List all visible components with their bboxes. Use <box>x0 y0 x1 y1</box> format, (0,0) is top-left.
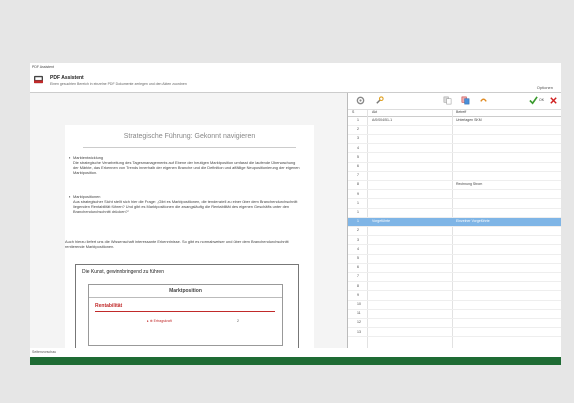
column-header[interactable]: Betreff <box>456 110 466 114</box>
bullet-text: Aus strategischer Sicht stellt sich hier… <box>73 199 298 215</box>
row-akt: Vorgeführte <box>372 219 391 224</box>
table-row[interactable]: 1 Vorgeführte Einzelner Vorgeführte <box>348 218 561 227</box>
assignment-panel: OK S Akt Betreff 1 A/0/004/51-1 Unterlagen… <box>348 93 561 348</box>
row-number: 1 <box>357 200 359 205</box>
row-number: 9 <box>357 292 359 297</box>
window-title: PDF Assistent <box>32 65 54 69</box>
row-number: 6 <box>357 265 359 270</box>
table-row[interactable]: 1 <box>348 200 561 209</box>
table-row[interactable]: 1 <box>348 209 561 218</box>
closing-paragraph: Auch hierzu liefert uns die Wissenschaft… <box>65 239 289 250</box>
row-betreff: Rechnung Strom <box>456 182 483 187</box>
table-row[interactable]: 9 <box>348 292 561 301</box>
table-row[interactable]: 11 <box>348 310 561 319</box>
row-number: 7 <box>357 274 359 279</box>
pdf-page: Strategische Führung: Gekonnt navigieren… <box>65 125 314 348</box>
copy-red-icon[interactable] <box>461 96 470 105</box>
gear-icon[interactable] <box>356 96 365 105</box>
row-number: 1 <box>357 210 359 214</box>
figure-sub-label-text: Ertragskraft <box>153 319 172 323</box>
pdf-preview-pane[interactable]: Strategische Führung: Gekonnt navigieren… <box>30 93 347 348</box>
figure-table-header: Marktposition <box>89 285 282 298</box>
table-row[interactable]: 5 <box>348 154 561 163</box>
row-number: 5 <box>357 256 359 260</box>
undo-icon[interactable] <box>479 96 488 105</box>
app-window: PDF Assistent PDF Assistent Einen gesuch… <box>30 63 561 365</box>
row-number: 8 <box>357 283 359 288</box>
table-row[interactable]: 3 <box>348 237 561 246</box>
table-row[interactable]: 4 <box>348 246 561 255</box>
row-number: 12 <box>357 320 361 325</box>
table-row[interactable]: 9 <box>348 191 561 200</box>
row-number: 2 <box>357 127 359 132</box>
check-icon[interactable] <box>529 96 538 105</box>
row-number: 1 <box>357 118 359 122</box>
table-row[interactable]: 7 <box>348 172 561 181</box>
figure-row-label: Rentabilität <box>95 303 123 309</box>
row-number: 7 <box>357 173 359 178</box>
table-row[interactable]: 6 <box>348 264 561 273</box>
row-number: 3 <box>357 136 359 141</box>
row-number: 4 <box>357 246 359 251</box>
row-number: 10 <box>357 302 361 306</box>
table-row[interactable]: 5 <box>348 255 561 264</box>
bullet-marker: ▪ <box>69 194 71 199</box>
row-betreff: Unterlagen SKM <box>456 118 482 122</box>
copy-icon[interactable] <box>443 96 452 105</box>
table-row[interactable]: 4 <box>348 145 561 154</box>
row-betreff: Einzelner Vorgeführte <box>456 219 490 224</box>
table-row[interactable]: 7 <box>348 273 561 283</box>
bullet-marker: ▪ <box>69 155 71 160</box>
row-number: 3 <box>357 237 359 242</box>
row-number: 9 <box>357 191 359 196</box>
bullet-text: Die strategische Verarbeitung des Tagesm… <box>73 160 300 176</box>
wrench-icon[interactable] <box>375 96 384 105</box>
table-row[interactable]: 12 <box>348 319 561 329</box>
table-row[interactable]: 2 <box>348 227 561 237</box>
table-row[interactable]: 6 <box>348 163 561 172</box>
row-akt: A/0/004/51-1 <box>372 118 393 122</box>
table-row[interactable]: 8 <box>348 283 561 292</box>
row-number: 11 <box>357 311 361 316</box>
row-number: 1 <box>357 219 359 224</box>
figure-sub-label: ▸ ⊕ Ertragskraft <box>147 319 172 323</box>
table-row[interactable]: 3 <box>348 135 561 145</box>
figure-row-rule <box>95 311 275 312</box>
pdf-app-icon <box>34 75 43 84</box>
table-row[interactable]: 2 <box>348 126 561 135</box>
row-number: 4 <box>357 145 359 150</box>
title-rule <box>83 147 296 148</box>
figure-title: Die Kunst, gewinnbringend zu führen <box>82 269 164 275</box>
row-number: 13 <box>357 329 361 334</box>
row-number: 2 <box>357 228 359 233</box>
figure-sub-value: 2 <box>237 319 239 323</box>
footer-bar <box>30 357 561 365</box>
table-header: S Akt Betreff <box>348 110 561 117</box>
table-row[interactable]: 13 <box>348 329 561 338</box>
figure-box: Die Kunst, gewinnbringend zu führen Mark… <box>75 264 299 348</box>
document-title: Strategische Führung: Gekonnt navigieren <box>123 133 256 140</box>
row-number: 5 <box>357 154 359 159</box>
panel-toolbar: OK <box>348 93 561 110</box>
app-subtitle: Einen gesuchten Bereich in einzelne PDF … <box>50 82 187 86</box>
figure-table: Marktposition Rentabilität ▸ ⊕ Ertragskr… <box>88 284 283 346</box>
table-row[interactable]: 10 <box>348 301 561 310</box>
column-header[interactable]: S <box>352 110 354 114</box>
ok-label[interactable]: OK <box>539 98 544 102</box>
status-bar: Seitenvorschau <box>30 348 561 357</box>
column-header[interactable]: Akt <box>372 110 377 114</box>
row-number: 6 <box>357 164 359 168</box>
options-button[interactable]: Optionen <box>537 85 553 90</box>
table-row[interactable]: 1 A/0/004/51-1 Unterlagen SKM <box>348 117 561 126</box>
app-title: PDF Assistent <box>50 75 84 81</box>
header: PDF Assistent Einen gesuchten Bereich in… <box>30 72 561 93</box>
close-icon[interactable] <box>549 96 558 105</box>
table-row[interactable]: 8 Rechnung Strom <box>348 181 561 191</box>
row-number: 8 <box>357 182 359 187</box>
